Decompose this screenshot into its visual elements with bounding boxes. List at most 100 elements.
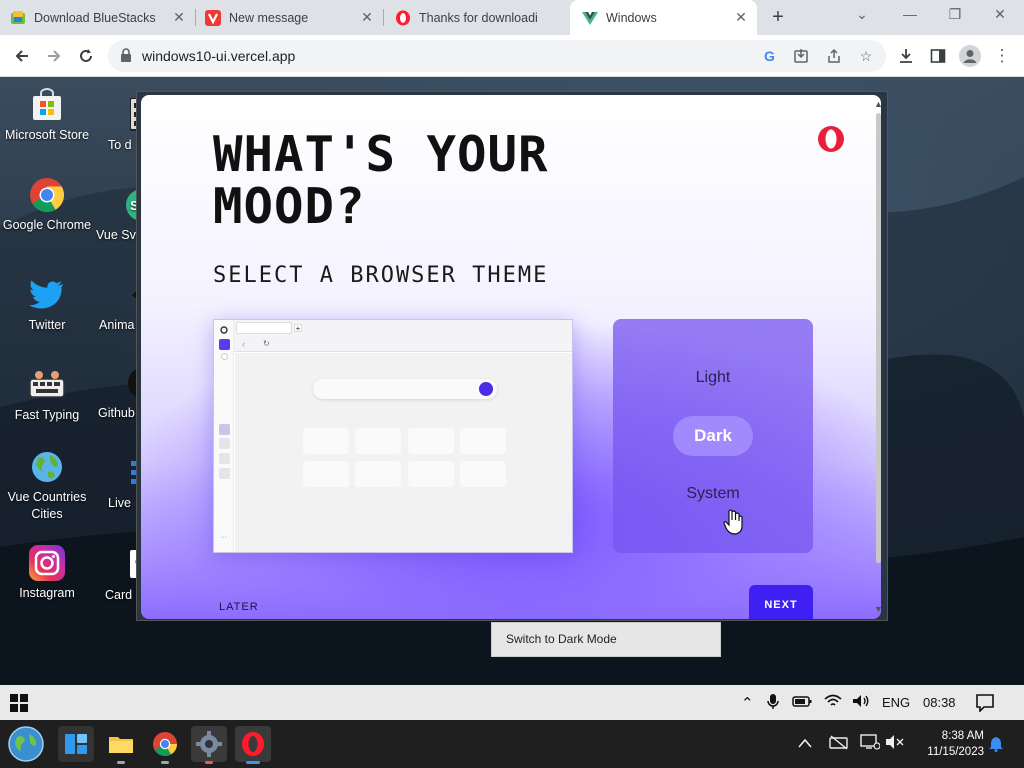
preview-speed-dial [235, 353, 572, 552]
desktop-icon-vue-countries-cities[interactable]: Vue Countries Cities [2, 449, 92, 523]
instagram-icon [29, 545, 65, 581]
reload-icon [80, 49, 92, 62]
back-button[interactable] [10, 44, 34, 68]
tab-separator [383, 9, 384, 26]
language-indicator[interactable]: ENG [882, 695, 910, 710]
battery-icon[interactable] [792, 694, 812, 712]
bookmark-star-icon[interactable]: ☆ [856, 46, 876, 66]
desktop-icon-google-chrome[interactable]: Google Chrome [2, 177, 92, 234]
keyboard-icon [29, 367, 65, 403]
store-icon [29, 87, 65, 123]
forward-button[interactable] [42, 44, 66, 68]
close-tab-icon[interactable]: ✕ [171, 9, 187, 25]
browser-tab-strip: Download BlueStacks ✕ New message ✕ Than… [0, 0, 1024, 35]
chrome-taskbar-icon[interactable] [147, 726, 183, 764]
install-app-icon[interactable] [791, 46, 811, 66]
opera-icon [395, 10, 411, 26]
minimize-icon[interactable]: — [899, 6, 921, 22]
address-bar[interactable]: windows10-ui.vercel.app G ☆ [108, 40, 886, 72]
file-explorer-icon[interactable] [103, 726, 139, 764]
google-lens-icon[interactable]: G [760, 46, 780, 66]
close-tab-icon[interactable]: ✕ [733, 9, 749, 25]
desktop-icon-twitter[interactable]: Twitter [2, 277, 92, 334]
close-tab-icon[interactable]: ✕ [359, 9, 375, 25]
network-off-icon[interactable] [829, 734, 849, 753]
downloads-icon[interactable] [894, 44, 918, 68]
svg-text:G: G [764, 48, 775, 64]
windows-start-icon[interactable] [10, 694, 28, 717]
chrome-icon [29, 177, 65, 213]
theme-option-dark[interactable]: Dark [673, 416, 753, 456]
desktop-icon-fast-typing[interactable]: Fast Typing [2, 367, 92, 424]
tab-new-message[interactable]: New message ✕ [205, 0, 383, 35]
volume-muted-icon[interactable] [885, 734, 905, 753]
chevron-up-icon[interactable]: ⌃ [741, 694, 754, 712]
desktop-icon-instagram[interactable]: Instagram [2, 545, 92, 602]
start-globe-icon[interactable] [8, 726, 44, 762]
scroll-up-icon[interactable]: ▲ [874, 99, 881, 109]
volume-icon[interactable] [852, 694, 870, 712]
lock-icon [120, 48, 132, 67]
later-button[interactable]: LATER [219, 601, 259, 613]
wifi-icon[interactable] [824, 694, 842, 712]
preview-sidebar-item [221, 353, 228, 360]
tab-bluestacks[interactable]: Download BlueStacks ✕ [10, 0, 195, 35]
tab-thanks-for-downloading[interactable]: Thanks for downloadi [395, 0, 567, 35]
preview-reload-icon: ↻ [263, 339, 270, 348]
notifications-icon[interactable] [976, 694, 994, 716]
globe-icon [29, 449, 65, 485]
url-text: windows10-ui.vercel.app [142, 48, 296, 64]
desktop-icon-microsoft-store[interactable]: Microsoft Store [2, 87, 92, 144]
preview-sidebar-item [219, 424, 230, 435]
system-clock[interactable]: 8:38 AM 11/15/2023 [912, 728, 984, 760]
twitter-icon [29, 277, 65, 313]
microphone-icon[interactable] [767, 694, 779, 714]
close-window-icon[interactable]: ✕ [989, 6, 1011, 23]
emulated-taskbar: ⌃ ENG 08:38 [0, 685, 1024, 720]
next-button[interactable]: NEXT [749, 585, 813, 619]
tooltip: Switch to Dark Mode [491, 622, 721, 657]
page-title: WHAT'S YOUR MOOD? [213, 126, 549, 235]
preview-sidebar-item [219, 468, 230, 479]
tab-separator [195, 9, 196, 26]
preview-new-tab-icon: + [294, 324, 302, 333]
browser-menu-icon[interactable]: ⋮ [990, 44, 1014, 68]
bluestacks-icon [10, 10, 26, 26]
preview-sidebar-item [219, 339, 230, 350]
scrollbar[interactable] [876, 113, 881, 563]
share-icon[interactable] [824, 46, 844, 66]
show-hidden-icons-icon[interactable] [798, 735, 812, 751]
back-arrow-icon [15, 50, 28, 62]
theme-option-system[interactable]: System [613, 485, 813, 503]
task-view-icon[interactable] [58, 726, 94, 762]
taskbar-clock[interactable]: 08:38 [923, 695, 956, 710]
scroll-down-icon[interactable]: ▼ [874, 604, 881, 614]
preview-back-icon: ‹ [242, 339, 245, 349]
theme-selector: Light Dark System [613, 319, 813, 553]
opera-taskbar-icon[interactable] [235, 726, 271, 764]
tab-windows[interactable]: Windows ✕ [570, 0, 757, 35]
preview-sidebar-item [219, 438, 230, 449]
page-subheading: SELECT A BROWSER THEME [213, 263, 549, 288]
browser-toolbar: windows10-ui.vercel.app G ☆ ⋮ [0, 35, 1024, 77]
side-panel-icon[interactable] [926, 44, 950, 68]
preview-search-bar [313, 379, 497, 399]
display-icon[interactable] [860, 734, 881, 753]
theme-option-light[interactable]: Light [613, 369, 813, 387]
tab-search-icon[interactable]: ⌄ [851, 6, 873, 23]
vue-icon [582, 10, 598, 26]
profile-avatar-icon[interactable] [958, 44, 982, 68]
notification-bell-icon[interactable] [989, 736, 1003, 755]
opera-welcome-panel: WHAT'S YOUR MOOD? SELECT A BROWSER THEME… [141, 95, 881, 619]
windows-taskbar: 8:38 AM 11/15/2023 [0, 720, 1024, 768]
new-tab-button[interactable]: + [767, 6, 789, 28]
theme-preview: ··· + ‹ ↻ [213, 319, 573, 553]
settings-gear-icon[interactable] [191, 726, 227, 764]
preview-sidebar-more-icon: ··· [220, 534, 227, 541]
running-indicator [161, 761, 169, 764]
running-indicator [205, 761, 213, 764]
preview-tab [236, 322, 292, 334]
restore-icon[interactable]: ❐ [944, 6, 966, 23]
reload-button[interactable] [74, 44, 98, 68]
hand-cursor-icon [723, 509, 743, 540]
